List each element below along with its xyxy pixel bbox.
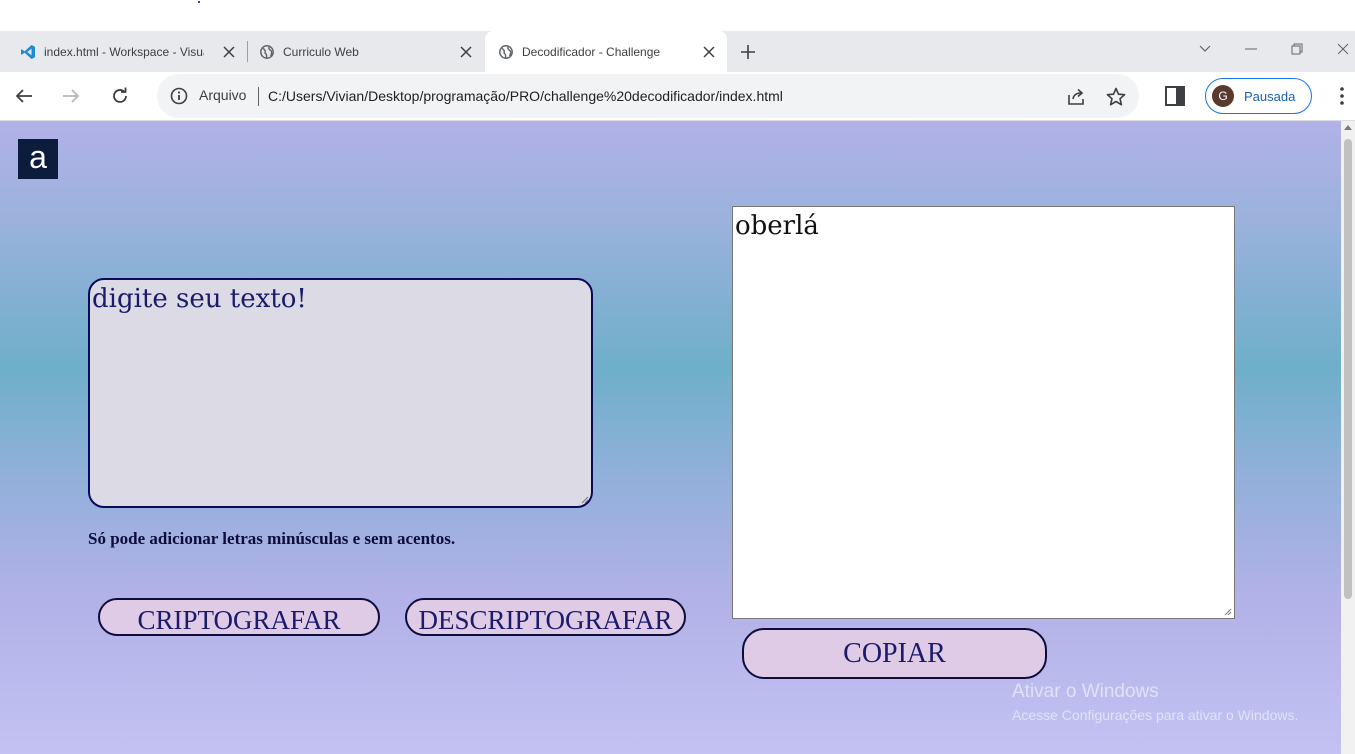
url-text[interactable]: C:/Users/Vivian/Desktop/programação/PRO/… xyxy=(268,88,783,104)
copy-button[interactable]: COPIAR xyxy=(742,628,1047,679)
decrypt-button[interactable]: DESCRIPTOGRAFAR xyxy=(405,598,686,636)
resize-grip-icon[interactable] xyxy=(581,496,589,504)
security-label: Arquivo xyxy=(199,87,247,103)
back-button[interactable] xyxy=(12,84,36,108)
close-icon[interactable] xyxy=(220,43,237,60)
scroll-up-icon[interactable] xyxy=(1344,125,1352,130)
side-panel-icon[interactable] xyxy=(1164,85,1186,107)
forward-button[interactable] xyxy=(59,84,83,108)
menu-button[interactable] xyxy=(1332,84,1352,108)
chevron-down-icon xyxy=(1199,45,1211,52)
resize-grip-icon[interactable] xyxy=(1224,608,1232,616)
tab-title: Curriculo Web xyxy=(283,44,359,59)
info-icon[interactable] xyxy=(170,87,188,105)
page-content: a digite seu texto! Só pode adicionar le… xyxy=(0,121,1355,754)
close-icon[interactable] xyxy=(700,43,717,60)
tab-title: index.html - Workspace - Visual Studio C… xyxy=(44,44,204,59)
tab-search-button[interactable] xyxy=(1190,37,1220,61)
input-placeholder: digite seu texto! xyxy=(92,284,307,314)
arrow-right-icon xyxy=(63,89,80,103)
vscode-icon xyxy=(20,44,36,60)
tab-bar: index.html - Workspace - Visual Studio C… xyxy=(0,31,1355,72)
plus-icon xyxy=(741,45,755,59)
output-text: oberlá xyxy=(735,211,819,241)
new-tab-button[interactable] xyxy=(736,40,760,64)
reload-icon xyxy=(113,87,127,103)
globe-icon xyxy=(259,44,275,60)
scroll-thumb[interactable] xyxy=(1344,139,1352,599)
share-icon[interactable] xyxy=(1065,86,1087,108)
output-textarea[interactable]: oberlá xyxy=(732,206,1235,619)
alura-logo: a xyxy=(18,139,58,179)
text-input[interactable]: digite seu texto! xyxy=(88,278,593,508)
page-scrollbar[interactable] xyxy=(1341,121,1355,754)
close-window-button[interactable] xyxy=(1328,37,1355,61)
browser-toolbar: Arquivo C:/Users/Vivian/Desktop/programa… xyxy=(0,72,1355,121)
close-icon xyxy=(1337,43,1349,55)
watermark-title: Ativar o Windows xyxy=(1012,681,1159,702)
kebab-icon xyxy=(1340,87,1344,105)
tab-title: Decodificador - Challenge xyxy=(522,44,661,59)
input-hint: Só pode adicionar letras minúsculas e se… xyxy=(88,529,456,548)
minimize-icon xyxy=(1245,48,1257,50)
title-strip-mark xyxy=(198,1,200,3)
star-icon[interactable] xyxy=(1105,86,1127,108)
close-icon[interactable] xyxy=(457,43,474,60)
profile-label: Pausada xyxy=(1244,88,1296,104)
title-strip xyxy=(0,0,1355,31)
tab-curriculo[interactable]: Curriculo Web xyxy=(248,31,484,72)
windows-activation-watermark: Ativar o Windows Acesse Configurações pa… xyxy=(1012,681,1298,723)
restore-button[interactable] xyxy=(1282,37,1312,61)
minimize-button[interactable] xyxy=(1236,37,1266,61)
encrypt-button[interactable]: CRIPTOGRAFAR xyxy=(98,598,380,636)
avatar: G xyxy=(1212,85,1234,107)
tab-vscode[interactable]: index.html - Workspace - Visual Studio C… xyxy=(0,31,247,72)
reload-button[interactable] xyxy=(108,84,132,108)
address-bar[interactable]: Arquivo C:/Users/Vivian/Desktop/programa… xyxy=(157,74,1139,118)
arrow-left-icon xyxy=(15,89,32,103)
watermark-subtitle: Acesse Configurações para ativar o Windo… xyxy=(1012,707,1299,723)
restore-icon xyxy=(1291,43,1303,55)
tab-decodificador[interactable]: Decodificador - Challenge xyxy=(485,31,727,72)
globe-icon xyxy=(498,44,514,60)
profile-button[interactable]: G Pausada xyxy=(1205,78,1312,114)
address-divider xyxy=(258,87,259,106)
